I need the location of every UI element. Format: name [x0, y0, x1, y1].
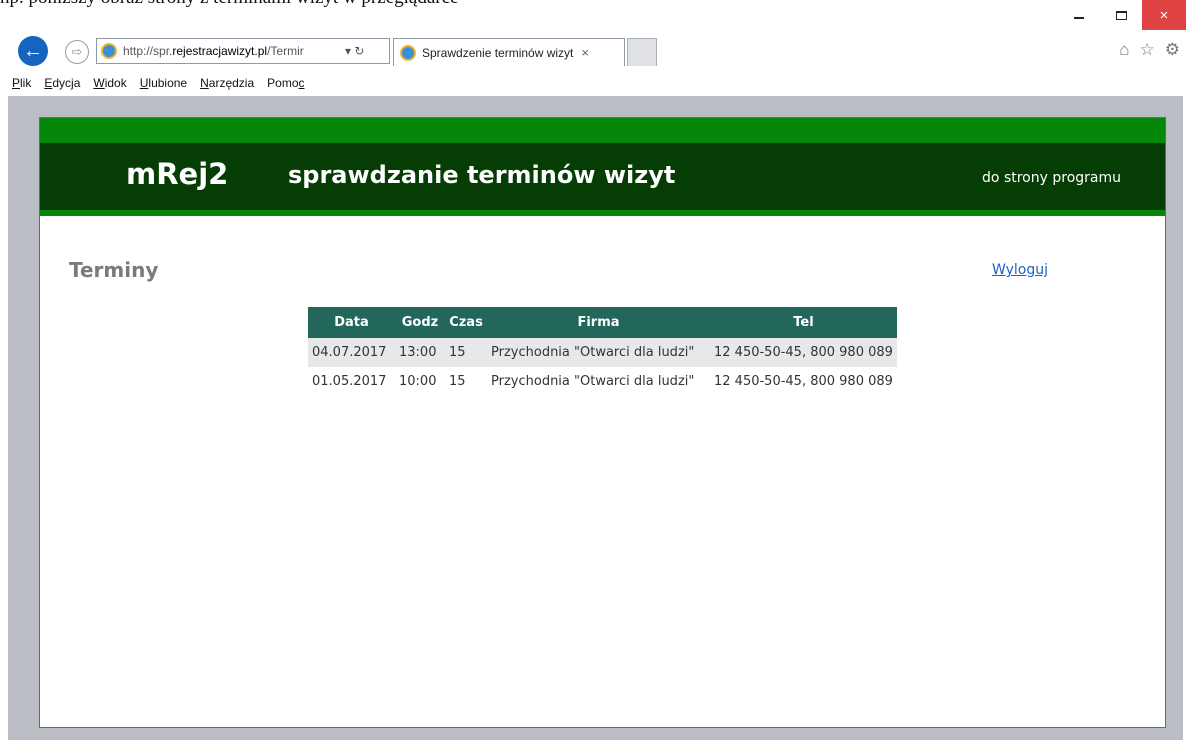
web-page: mRej2 sprawdzanie terminów wizyt do stro… — [39, 117, 1166, 728]
menu-item-ulubione[interactable]: Ulubione — [140, 76, 187, 90]
column-header-czas: Czas — [445, 307, 487, 338]
cell-tel: 12 450-50-45, 800 980 089 — [710, 338, 897, 367]
table-row: 01.05.2017 10:00 15 Przychodnia "Otwarci… — [308, 367, 897, 396]
cell-data: 04.07.2017 — [308, 338, 395, 367]
menu-item-plik[interactable]: Plik — [12, 76, 31, 90]
site-logo: mRej2 — [126, 157, 229, 191]
window-controls: × — [1058, 0, 1186, 32]
forward-arrow-icon: ⇨ — [71, 44, 83, 59]
forward-button[interactable]: ⇨ — [65, 40, 89, 64]
table-header-row: Data Godz Czas Firma Tel — [308, 307, 897, 338]
document-caption: np. poniższy obraz strony z terminami wi… — [0, 0, 1000, 9]
back-arrow-icon: ← — [23, 39, 43, 62]
column-header-data: Data — [308, 307, 395, 338]
cell-data: 01.05.2017 — [312, 374, 387, 389]
new-tab-button[interactable] — [627, 38, 657, 66]
menu-bar: Plik Edycja Widok Ulubione Narzędzia Pom… — [0, 72, 1190, 94]
settings-gear-icon[interactable]: ⚙ — [1165, 40, 1180, 60]
tab-title: Sprawdzenie terminów wizyt — [422, 45, 574, 60]
address-bar-row: ← ⇨ http://spr.rejestracjawizyt.pl/Termi… — [0, 34, 1190, 70]
menu-item-pomoc[interactable]: Pomoc — [267, 76, 304, 90]
tab-sprawdzenie[interactable]: Sprawdzenie terminów wizyt × — [393, 38, 625, 66]
appointments-table: Data Godz Czas Firma Tel 04.07.2017 13:0… — [308, 307, 897, 396]
cell-tel: 12 450-50-45, 800 980 089 — [714, 374, 893, 389]
home-icon[interactable]: ⌂ — [1119, 40, 1129, 60]
cell-czas: 15 — [445, 338, 487, 367]
favorites-star-icon[interactable]: ☆ — [1140, 40, 1155, 60]
header-bottom-stripe — [40, 210, 1165, 216]
site-subtitle: sprawdzanie terminów wizyt — [288, 161, 676, 189]
minimize-button[interactable] — [1058, 0, 1100, 30]
address-bar[interactable]: http://spr.rejestracjawizyt.pl/Termir ▾ … — [96, 38, 390, 64]
close-tab-icon[interactable]: × — [581, 45, 589, 60]
refresh-dropdown-icons[interactable]: ▾ ↻ — [345, 44, 364, 58]
logout-link[interactable]: Wyloguj — [992, 262, 1048, 278]
menu-item-edycja[interactable]: Edycja — [44, 76, 80, 90]
page-title: Terminy — [69, 258, 159, 282]
url-text[interactable]: http://spr.rejestracjawizyt.pl/Termir — [123, 44, 341, 58]
table-row: 04.07.2017 13:00 15 Przychodnia "Otwarci… — [308, 338, 897, 367]
cell-czas: 15 — [449, 374, 466, 389]
column-header-godz: Godz — [395, 307, 445, 338]
program-link[interactable]: do strony programu — [982, 170, 1121, 186]
menu-item-widok[interactable]: Widok — [93, 76, 126, 90]
cell-firma: Przychodnia "Otwarci dla ludzi" — [487, 338, 710, 367]
cell-godz: 10:00 — [399, 374, 437, 389]
column-header-firma: Firma — [487, 307, 710, 338]
column-header-tel: Tel — [710, 307, 897, 338]
site-header: mRej2 sprawdzanie terminów wizyt do stro… — [40, 143, 1165, 210]
browser-viewport: mRej2 sprawdzanie terminów wizyt do stro… — [8, 96, 1183, 740]
minimize-icon — [1074, 17, 1084, 19]
header-top-stripe — [40, 118, 1165, 143]
maximize-icon — [1115, 10, 1127, 20]
cell-godz: 13:00 — [395, 338, 445, 367]
toolbar-icons: ⌂ ☆ ⚙ — [1119, 40, 1180, 60]
ie-tab-icon — [400, 44, 416, 61]
back-button[interactable]: ← — [18, 36, 48, 66]
maximize-button[interactable] — [1100, 0, 1142, 30]
cell-firma: Przychodnia "Otwarci dla ludzi" — [491, 374, 695, 389]
menu-item-narzedzia[interactable]: Narzędzia — [200, 76, 254, 90]
close-window-button[interactable]: × — [1142, 0, 1186, 30]
ie-page-icon — [101, 43, 117, 59]
